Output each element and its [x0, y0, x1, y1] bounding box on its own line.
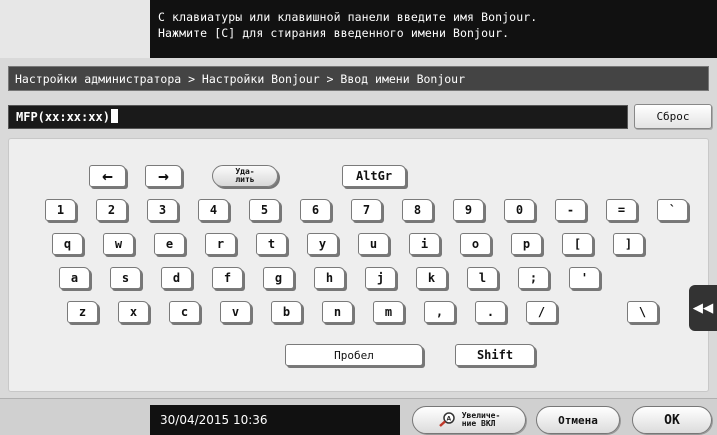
delete-key[interactable]: Уда- лить [212, 165, 278, 187]
key-6[interactable]: 6 [300, 199, 331, 221]
key-backtick[interactable]: ` [657, 199, 688, 221]
key-r[interactable]: r [205, 233, 236, 255]
key-comma[interactable]: , [424, 301, 455, 323]
key-d[interactable]: d [161, 267, 192, 289]
datetime-display: 30/04/2015 10:36 [150, 405, 400, 435]
key-5[interactable]: 5 [249, 199, 280, 221]
altgr-key[interactable]: AltGr [342, 165, 406, 187]
ok-button[interactable]: OK [632, 406, 712, 434]
key-j[interactable]: j [365, 267, 396, 289]
key-0[interactable]: 0 [504, 199, 535, 221]
key-apostrophe[interactable]: ' [569, 267, 600, 289]
key-v[interactable]: v [220, 301, 251, 323]
text-cursor [110, 109, 118, 123]
key-p[interactable]: p [511, 233, 542, 255]
key-m[interactable]: m [373, 301, 404, 323]
footer-left-panel [0, 405, 150, 435]
enlarge-display-button[interactable]: A Увеличе- ние ВКЛ [412, 406, 526, 434]
side-panel-toggle-icon[interactable]: ◀◀ [689, 285, 717, 331]
right-arrow-key[interactable]: → [145, 165, 182, 187]
key-minus[interactable]: - [555, 199, 586, 221]
key-4[interactable]: 4 [198, 199, 229, 221]
key-y[interactable]: y [307, 233, 338, 255]
key-3[interactable]: 3 [147, 199, 178, 221]
footer-bar: 30/04/2015 10:36 A Увеличе- ние ВКЛ Отме… [0, 398, 717, 435]
key-slash[interactable]: / [526, 301, 557, 323]
top-left-panel [0, 0, 151, 58]
key-a[interactable]: a [59, 267, 90, 289]
key-e[interactable]: e [154, 233, 185, 255]
key-o[interactable]: o [460, 233, 491, 255]
key-9[interactable]: 9 [453, 199, 484, 221]
key-1[interactable]: 1 [45, 199, 76, 221]
key-equals[interactable]: = [606, 199, 637, 221]
key-u[interactable]: u [358, 233, 389, 255]
instruction-line-1: С клавиатуры или клавишной панели введит… [158, 10, 538, 24]
left-arrow-key[interactable]: ← [89, 165, 126, 187]
instruction-message: С клавиатуры или клавишной панели введит… [150, 0, 717, 58]
space-key[interactable]: Пробел [285, 344, 423, 366]
key-c[interactable]: c [169, 301, 200, 323]
key-t[interactable]: t [256, 233, 287, 255]
key-n[interactable]: n [322, 301, 353, 323]
key-backslash[interactable]: \ [627, 301, 658, 323]
key-semicolon[interactable]: ; [518, 267, 549, 289]
delete-key-label-2: лить [235, 175, 255, 184]
reset-button[interactable]: Сброс [634, 104, 712, 129]
breadcrumb: Настройки администратора > Настройки Bon… [8, 66, 709, 91]
key-h[interactable]: h [314, 267, 345, 289]
key-w[interactable]: w [103, 233, 134, 255]
key-b[interactable]: b [271, 301, 302, 323]
cancel-button[interactable]: Отмена [536, 406, 620, 434]
magnifier-icon: A [438, 411, 458, 430]
enlarge-label-2: ние ВКЛ [461, 419, 496, 428]
key-g[interactable]: g [263, 267, 294, 289]
key-right-bracket[interactable]: ] [613, 233, 644, 255]
key-x[interactable]: x [118, 301, 149, 323]
key-f[interactable]: f [212, 267, 243, 289]
key-period[interactable]: . [475, 301, 506, 323]
instruction-line-2: Нажмите [C] для стирания введенного имен… [158, 26, 510, 40]
bonjour-name-value: MFP(xx:xx:xx) [16, 110, 110, 124]
keyboard-panel: ← → Уда- лить AltGr 1 2 3 4 5 6 7 8 9 0 … [8, 138, 709, 392]
key-8[interactable]: 8 [402, 199, 433, 221]
key-z[interactable]: z [67, 301, 98, 323]
key-q[interactable]: q [52, 233, 83, 255]
bonjour-name-input[interactable]: MFP(xx:xx:xx) [8, 105, 628, 129]
shift-key[interactable]: Shift [455, 344, 535, 366]
key-left-bracket[interactable]: [ [562, 233, 593, 255]
key-s[interactable]: s [110, 267, 141, 289]
key-2[interactable]: 2 [96, 199, 127, 221]
key-7[interactable]: 7 [351, 199, 382, 221]
key-i[interactable]: i [409, 233, 440, 255]
key-k[interactable]: k [416, 267, 447, 289]
key-l[interactable]: l [467, 267, 498, 289]
svg-text:A: A [446, 415, 451, 422]
